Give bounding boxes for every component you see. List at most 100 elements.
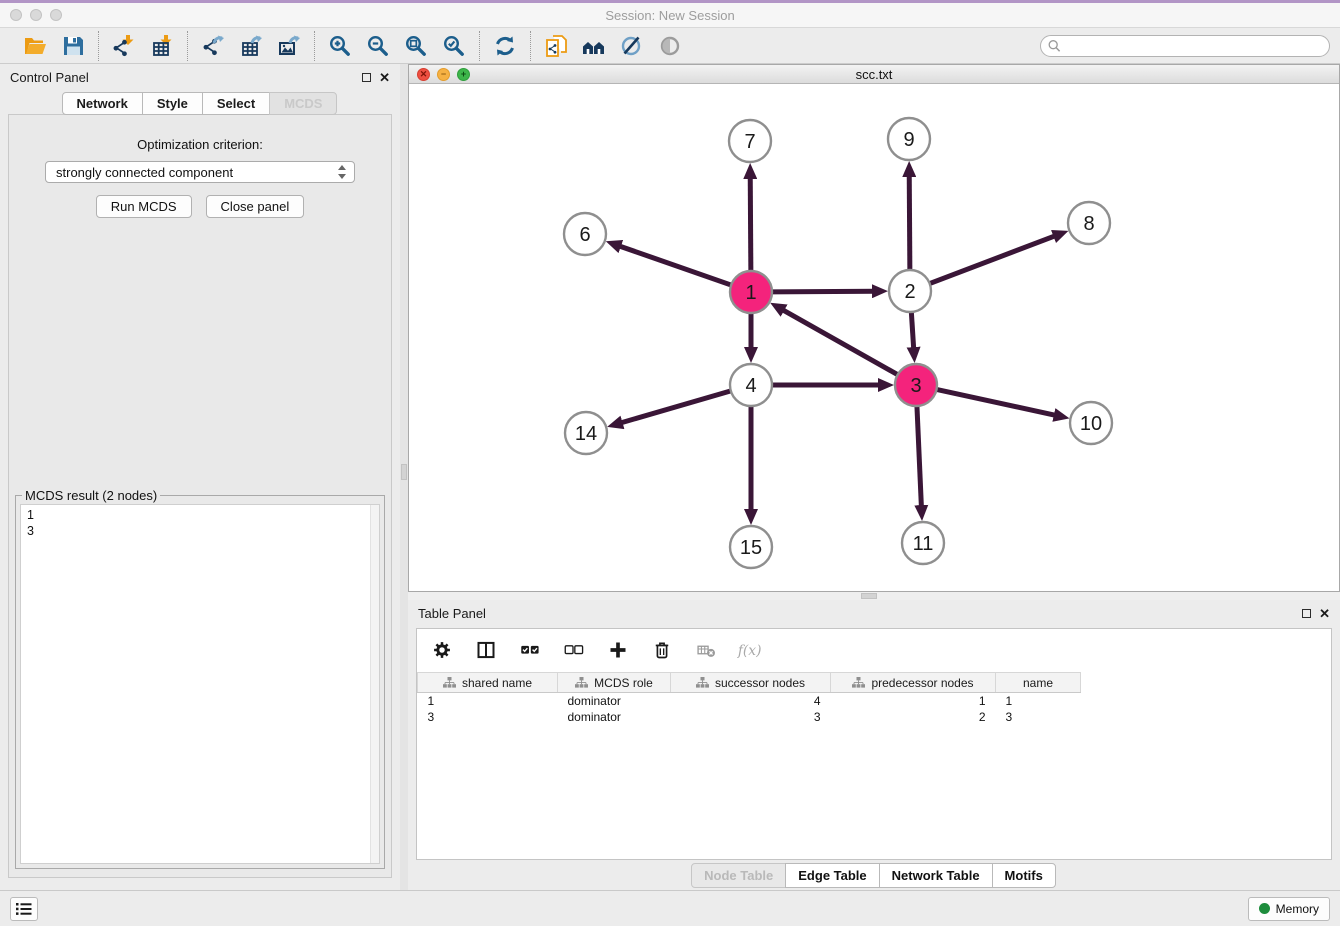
svg-text:1: 1: [745, 282, 756, 304]
mcds-result-box[interactable]: 1 3: [20, 504, 380, 864]
cell-MCDS-role[interactable]: dominator: [558, 693, 671, 709]
tab-node-table[interactable]: Node Table: [691, 863, 786, 888]
graph-node-4[interactable]: 4: [730, 364, 772, 406]
cell-shared-name[interactable]: 3: [418, 709, 558, 725]
network-graph: 7 9 6 8 1 2 4 3 14 10 15 11: [409, 84, 1339, 586]
vertical-splitter-handle[interactable]: [401, 464, 407, 480]
task-history-button[interactable]: [10, 897, 38, 921]
graph-node-2[interactable]: 2: [889, 270, 931, 312]
optimization-dropdown[interactable]: strongly connected component: [45, 161, 355, 183]
clone-network-icon[interactable]: [539, 31, 573, 61]
import-network-icon[interactable]: [107, 31, 141, 61]
tab-edge-table[interactable]: Edge Table: [785, 863, 879, 888]
search-input[interactable]: [1040, 35, 1330, 57]
column-header-successor-nodes[interactable]: successor nodes: [671, 673, 831, 693]
tab-motifs[interactable]: Motifs: [992, 863, 1056, 888]
table-toolbar: f(x): [417, 629, 1331, 670]
graph-edge-2-3[interactable]: [911, 312, 913, 351]
zoom-selected-icon[interactable]: [437, 31, 471, 61]
tab-network[interactable]: Network: [62, 92, 143, 115]
horizontal-splitter-handle[interactable]: [861, 593, 877, 599]
vertical-splitter[interactable]: [400, 64, 408, 890]
graph-edge-1-2[interactable]: [772, 291, 876, 292]
graph-edge-1-6[interactable]: [617, 245, 731, 285]
column-header-predecessor-nodes[interactable]: predecessor nodes: [831, 673, 996, 693]
tab-style[interactable]: Style: [142, 92, 203, 115]
delete-row-icon[interactable]: [649, 638, 675, 662]
graph-node-11[interactable]: 11: [902, 522, 944, 564]
graph-edge-2-8[interactable]: [930, 235, 1058, 283]
cell-predecessor-nodes[interactable]: 1: [831, 693, 996, 709]
control-panel-tabs: NetworkStyleSelectMCDS: [0, 92, 400, 115]
open-session-icon[interactable]: [18, 31, 52, 61]
graph-edge-2-9[interactable]: [909, 173, 910, 270]
export-network-icon[interactable]: [196, 31, 230, 61]
graph-node-10[interactable]: 10: [1070, 402, 1112, 444]
column-header-MCDS-role[interactable]: MCDS role: [558, 673, 671, 693]
graph-node-3[interactable]: 3: [895, 364, 937, 406]
close-table-panel-icon[interactable]: ✕: [1319, 609, 1330, 618]
zoom-fit-icon[interactable]: [399, 31, 433, 61]
refresh-layout-icon[interactable]: [488, 31, 522, 61]
close-panel-button[interactable]: Close panel: [206, 195, 305, 218]
tab-mcds[interactable]: MCDS: [269, 92, 337, 115]
graph-node-8[interactable]: 8: [1068, 202, 1110, 244]
graph-node-6[interactable]: 6: [564, 213, 606, 255]
export-table-icon[interactable]: [234, 31, 268, 61]
tab-select[interactable]: Select: [202, 92, 270, 115]
close-view-icon[interactable]: ✕: [417, 68, 430, 81]
column-header-shared-name[interactable]: shared name: [418, 673, 558, 693]
tab-network-table[interactable]: Network Table: [879, 863, 993, 888]
cell-successor-nodes[interactable]: 3: [671, 709, 831, 725]
cell-shared-name[interactable]: 1: [418, 693, 558, 709]
graph-edge-3-11[interactable]: [917, 406, 922, 509]
mcds-result-title: MCDS result (2 nodes): [22, 488, 160, 503]
cell-MCDS-role[interactable]: dominator: [558, 709, 671, 725]
close-panel-icon[interactable]: ✕: [379, 73, 390, 82]
network-overview-icon[interactable]: [577, 31, 611, 61]
import-table-icon[interactable]: [145, 31, 179, 61]
column-header-name[interactable]: name: [996, 673, 1081, 693]
node-table: shared nameMCDS rolesuccessor nodesprede…: [417, 670, 1331, 725]
save-session-icon[interactable]: [56, 31, 90, 61]
zoom-out-icon[interactable]: [361, 31, 395, 61]
graph-edge-3-10[interactable]: [937, 389, 1058, 415]
cell-name[interactable]: 3: [996, 709, 1081, 725]
graph-node-15[interactable]: 15: [730, 526, 772, 568]
maximize-view-icon[interactable]: +: [457, 68, 470, 81]
graph-node-9[interactable]: 9: [888, 118, 930, 160]
cell-successor-nodes[interactable]: 4: [671, 693, 831, 709]
graph-edge-3-1[interactable]: [781, 309, 898, 375]
control-panel: Control Panel ✕ NetworkStyleSelectMCDS O…: [0, 64, 400, 890]
zoom-in-icon[interactable]: [323, 31, 357, 61]
deselect-all-checkboxes-icon[interactable]: [561, 638, 587, 662]
hide-graphics-details-icon[interactable]: [615, 31, 649, 61]
table-row[interactable]: 1dominator411: [418, 693, 1081, 709]
graph-node-14[interactable]: 14: [565, 412, 607, 454]
table-settings-icon[interactable]: [429, 638, 455, 662]
memory-status-dot: [1259, 903, 1270, 914]
birds-eye-view-icon[interactable]: [653, 31, 687, 61]
column-layout-icon[interactable]: [473, 638, 499, 662]
network-canvas[interactable]: 7 9 6 8 1 2 4 3 14 10 15 11: [409, 84, 1339, 591]
graph-edge-4-14[interactable]: [619, 391, 731, 424]
main-toolbar: [0, 28, 1340, 64]
float-panel-icon[interactable]: [362, 73, 371, 82]
memory-button[interactable]: Memory: [1248, 897, 1330, 921]
select-all-checkboxes-icon[interactable]: [517, 638, 543, 662]
add-row-icon[interactable]: [605, 638, 631, 662]
minimize-view-icon[interactable]: −: [437, 68, 450, 81]
cell-predecessor-nodes[interactable]: 2: [831, 709, 996, 725]
float-table-panel-icon[interactable]: [1302, 609, 1311, 618]
graph-edge-1-7[interactable]: [750, 175, 751, 271]
graph-node-1[interactable]: 1: [730, 271, 772, 313]
result-scrollbar[interactable]: [370, 505, 379, 863]
run-mcds-button[interactable]: Run MCDS: [96, 195, 192, 218]
table-panel-tabs: Node TableEdge TableNetwork TableMotifs: [408, 860, 1340, 890]
export-image-icon[interactable]: [272, 31, 306, 61]
graph-node-7[interactable]: 7: [729, 120, 771, 162]
cell-name[interactable]: 1: [996, 693, 1081, 709]
table-row[interactable]: 3dominator323: [418, 709, 1081, 725]
horizontal-splitter[interactable]: [408, 592, 1340, 600]
svg-text:9: 9: [903, 129, 914, 151]
